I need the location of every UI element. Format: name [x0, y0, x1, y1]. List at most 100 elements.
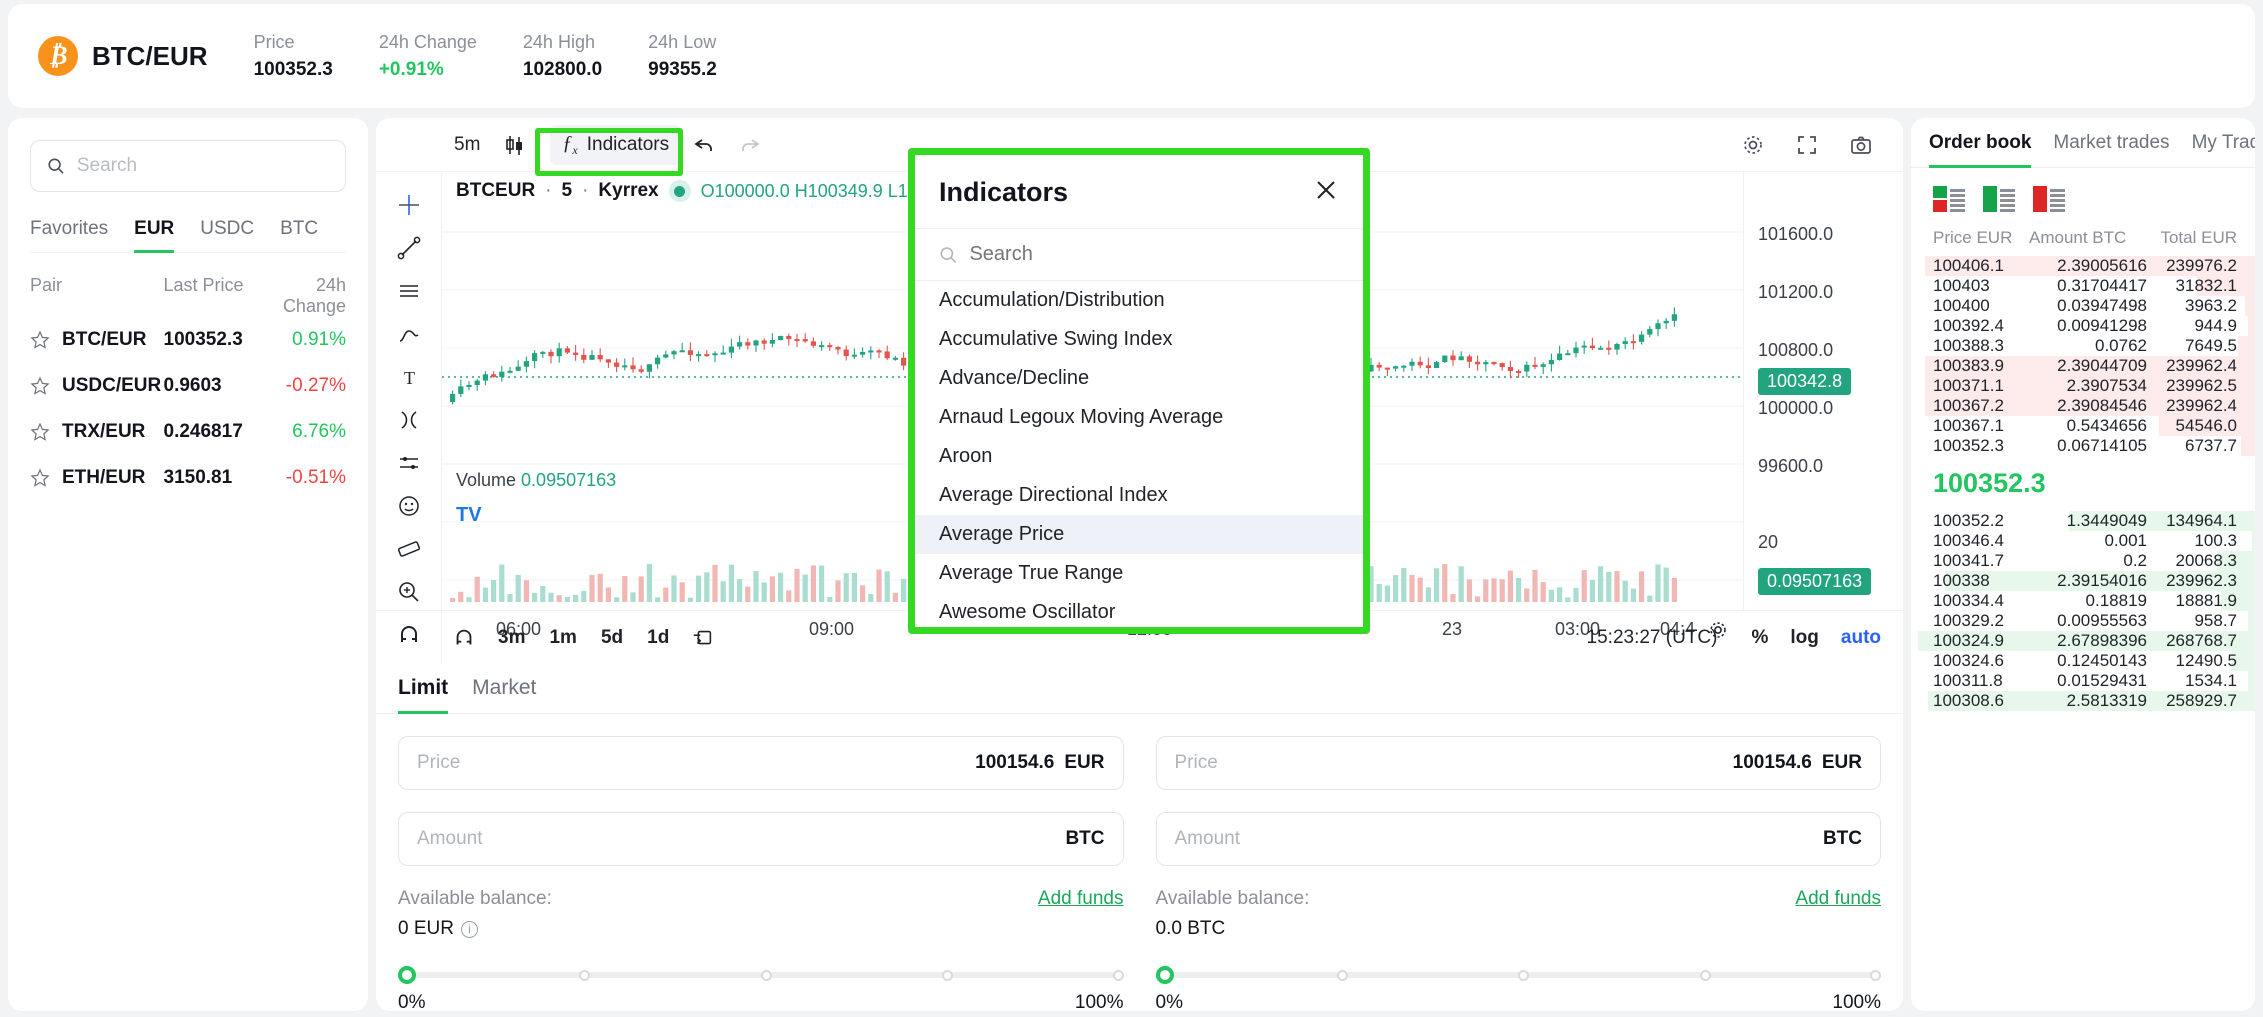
emoji-icon[interactable] — [387, 484, 431, 527]
calendar-icon[interactable] — [681, 616, 725, 660]
zoom-icon[interactable] — [387, 570, 431, 613]
buy-amount-field[interactable]: Amount BTC — [398, 812, 1124, 866]
indicators-button[interactable]: ƒx Indicators — [550, 124, 682, 165]
order-book-row[interactable]: 100334.4 0.18819 18881.9 — [1911, 591, 2255, 611]
interval-selector[interactable]: 5m — [442, 127, 492, 163]
order-book-row[interactable]: 100403 0.31704417 31832.1 — [1911, 276, 2255, 296]
tab-my-trades[interactable]: My Trades — [2192, 132, 2255, 168]
magnet-toggle-icon[interactable] — [442, 616, 486, 660]
brush-icon[interactable] — [387, 313, 431, 356]
modal-search-input[interactable] — [969, 243, 1339, 266]
percent-scale-button[interactable]: % — [1751, 627, 1768, 649]
crosshair-icon[interactable] — [387, 184, 431, 227]
trendline-icon[interactable] — [387, 227, 431, 270]
slider-knob[interactable] — [398, 966, 416, 984]
tab-eur[interactable]: EUR — [134, 218, 175, 253]
indicator-item[interactable]: Average True Range — [915, 554, 1363, 593]
text-icon[interactable]: T — [387, 356, 431, 399]
order-book-row[interactable]: 100400 0.03947498 3963.2 — [1911, 296, 2255, 316]
sell-price-field[interactable]: Price 100154.6 EUR — [1155, 736, 1881, 790]
indicator-item[interactable]: Awesome Oscillator — [915, 593, 1363, 632]
order-book-row[interactable]: 100371.1 2.3907534 239962.5 — [1911, 376, 2255, 396]
modal-search-box[interactable] — [915, 229, 1363, 281]
timeframe-1d[interactable]: 1d — [635, 622, 681, 654]
slider-knob[interactable] — [1155, 966, 1174, 984]
search-input[interactable] — [76, 155, 329, 177]
book-bids-icon[interactable] — [1983, 186, 2017, 214]
order-book-row[interactable]: 100383.9 2.39044709 239962.4 — [1911, 356, 2255, 376]
buy-add-funds-link[interactable]: Add funds — [1038, 888, 1124, 910]
sell-add-funds-link[interactable]: Add funds — [1795, 888, 1881, 910]
order-book-row[interactable]: 100341.7 0.2 20068.3 — [1911, 551, 2255, 571]
sell-amount-field[interactable]: Amount BTC — [1155, 812, 1881, 866]
pair-row[interactable]: USDC/EUR 0.9603 -0.27% — [30, 363, 346, 409]
slider-step[interactable] — [1870, 970, 1881, 981]
buy-price-field[interactable]: Price 100154.6 EUR — [398, 736, 1124, 790]
undo-icon[interactable] — [681, 129, 727, 161]
close-icon[interactable] — [1313, 177, 1339, 208]
indicator-item[interactable]: Accumulative Swing Index — [915, 320, 1363, 359]
indicator-item[interactable]: Advance/Decline — [915, 359, 1363, 398]
order-book-row[interactable]: 100324.9 2.67898396 268768.7 — [1911, 631, 2255, 651]
horizontal-lines-icon[interactable] — [387, 270, 431, 313]
gear-icon[interactable] — [1729, 126, 1777, 164]
order-book-row[interactable]: 100367.2 2.39084546 239962.4 — [1911, 396, 2255, 416]
slider-step[interactable] — [1336, 970, 1348, 981]
order-book-row[interactable]: 100352.3 0.06714105 6737.7 — [1911, 436, 2255, 456]
slider-step[interactable] — [579, 970, 591, 981]
indicator-item[interactable]: Average Price — [915, 515, 1363, 554]
order-book-row[interactable]: 100324.6 0.12450143 12490.5 — [1911, 651, 2255, 671]
candlestick-icon[interactable] — [492, 127, 536, 163]
indicator-item[interactable]: Arnaud Legoux Moving Average — [915, 398, 1363, 437]
order-book-row[interactable]: 100338 2.39154016 239962.3 — [1911, 571, 2255, 591]
order-book-row[interactable]: 100308.6 2.5813319 258929.7 — [1911, 691, 2255, 711]
timeframe-5d[interactable]: 5d — [589, 622, 635, 654]
order-book-row[interactable]: 100346.4 0.001 100.3 — [1911, 531, 2255, 551]
favorite-star-icon[interactable] — [30, 468, 50, 488]
indicator-item[interactable]: Aroon — [915, 437, 1363, 476]
ruler-icon[interactable] — [387, 527, 431, 570]
redo-icon[interactable] — [727, 129, 773, 161]
sell-amount-slider[interactable] — [1155, 966, 1881, 984]
tab-market[interactable]: Market — [472, 676, 536, 714]
slider-step[interactable] — [1112, 970, 1124, 981]
tab-limit[interactable]: Limit — [398, 676, 449, 714]
tab-btc[interactable]: BTC — [280, 218, 318, 253]
order-book-row[interactable]: 100406.1 2.39005616 239976.2 — [1911, 256, 2255, 276]
info-icon[interactable]: i — [460, 920, 478, 938]
fullscreen-icon[interactable] — [1783, 126, 1831, 164]
buy-amount-slider[interactable] — [398, 966, 1124, 984]
book-asks-icon[interactable] — [2033, 186, 2067, 214]
slider-step[interactable] — [760, 970, 772, 981]
timeframe-3m[interactable]: 3m — [486, 622, 537, 654]
favorite-star-icon[interactable] — [30, 330, 50, 350]
order-book-row[interactable]: 100392.4 0.00941298 944.9 — [1911, 316, 2255, 336]
tab-order-book[interactable]: Order book — [1929, 132, 2032, 168]
book-both-icon[interactable] — [1933, 186, 1967, 214]
pair-row[interactable]: TRX/EUR 0.246817 6.76% — [30, 409, 346, 455]
favorite-star-icon[interactable] — [30, 422, 50, 442]
log-scale-button[interactable]: log — [1790, 627, 1819, 649]
slider-step[interactable] — [942, 970, 954, 981]
pair-row[interactable]: BTC/EUR 100352.3 0.91% — [30, 317, 346, 363]
tab-favorites[interactable]: Favorites — [30, 218, 108, 253]
order-book-row[interactable]: 100329.2 0.00955563 958.7 — [1911, 611, 2255, 631]
favorite-star-icon[interactable] — [30, 376, 50, 396]
order-book-row[interactable]: 100367.1 0.5434656 54546.0 — [1911, 416, 2255, 436]
slider-step[interactable] — [1518, 970, 1530, 981]
slider-step[interactable] — [1699, 970, 1711, 981]
order-book-row[interactable]: 100388.3 0.0762 7649.5 — [1911, 336, 2255, 356]
indicator-item[interactable]: Accumulation/Distribution — [915, 281, 1363, 320]
tab-market-trades[interactable]: Market trades — [2053, 132, 2169, 168]
patterns-icon[interactable] — [387, 441, 431, 484]
fib-icon[interactable] — [387, 399, 431, 442]
order-book-row[interactable]: 100352.2 1.3449049 134964.1 — [1911, 511, 2255, 531]
order-book-row[interactable]: 100311.8 0.01529431 1534.1 — [1911, 671, 2255, 691]
timeframe-1m[interactable]: 1m — [537, 622, 588, 654]
camera-icon[interactable] — [1837, 126, 1885, 164]
pair-row[interactable]: ETH/EUR 3150.81 -0.51% — [30, 455, 346, 501]
auto-scale-button[interactable]: auto — [1841, 627, 1881, 649]
tab-usdc[interactable]: USDC — [200, 218, 254, 253]
search-box[interactable] — [30, 140, 346, 192]
indicator-item[interactable]: Average Directional Index — [915, 476, 1363, 515]
